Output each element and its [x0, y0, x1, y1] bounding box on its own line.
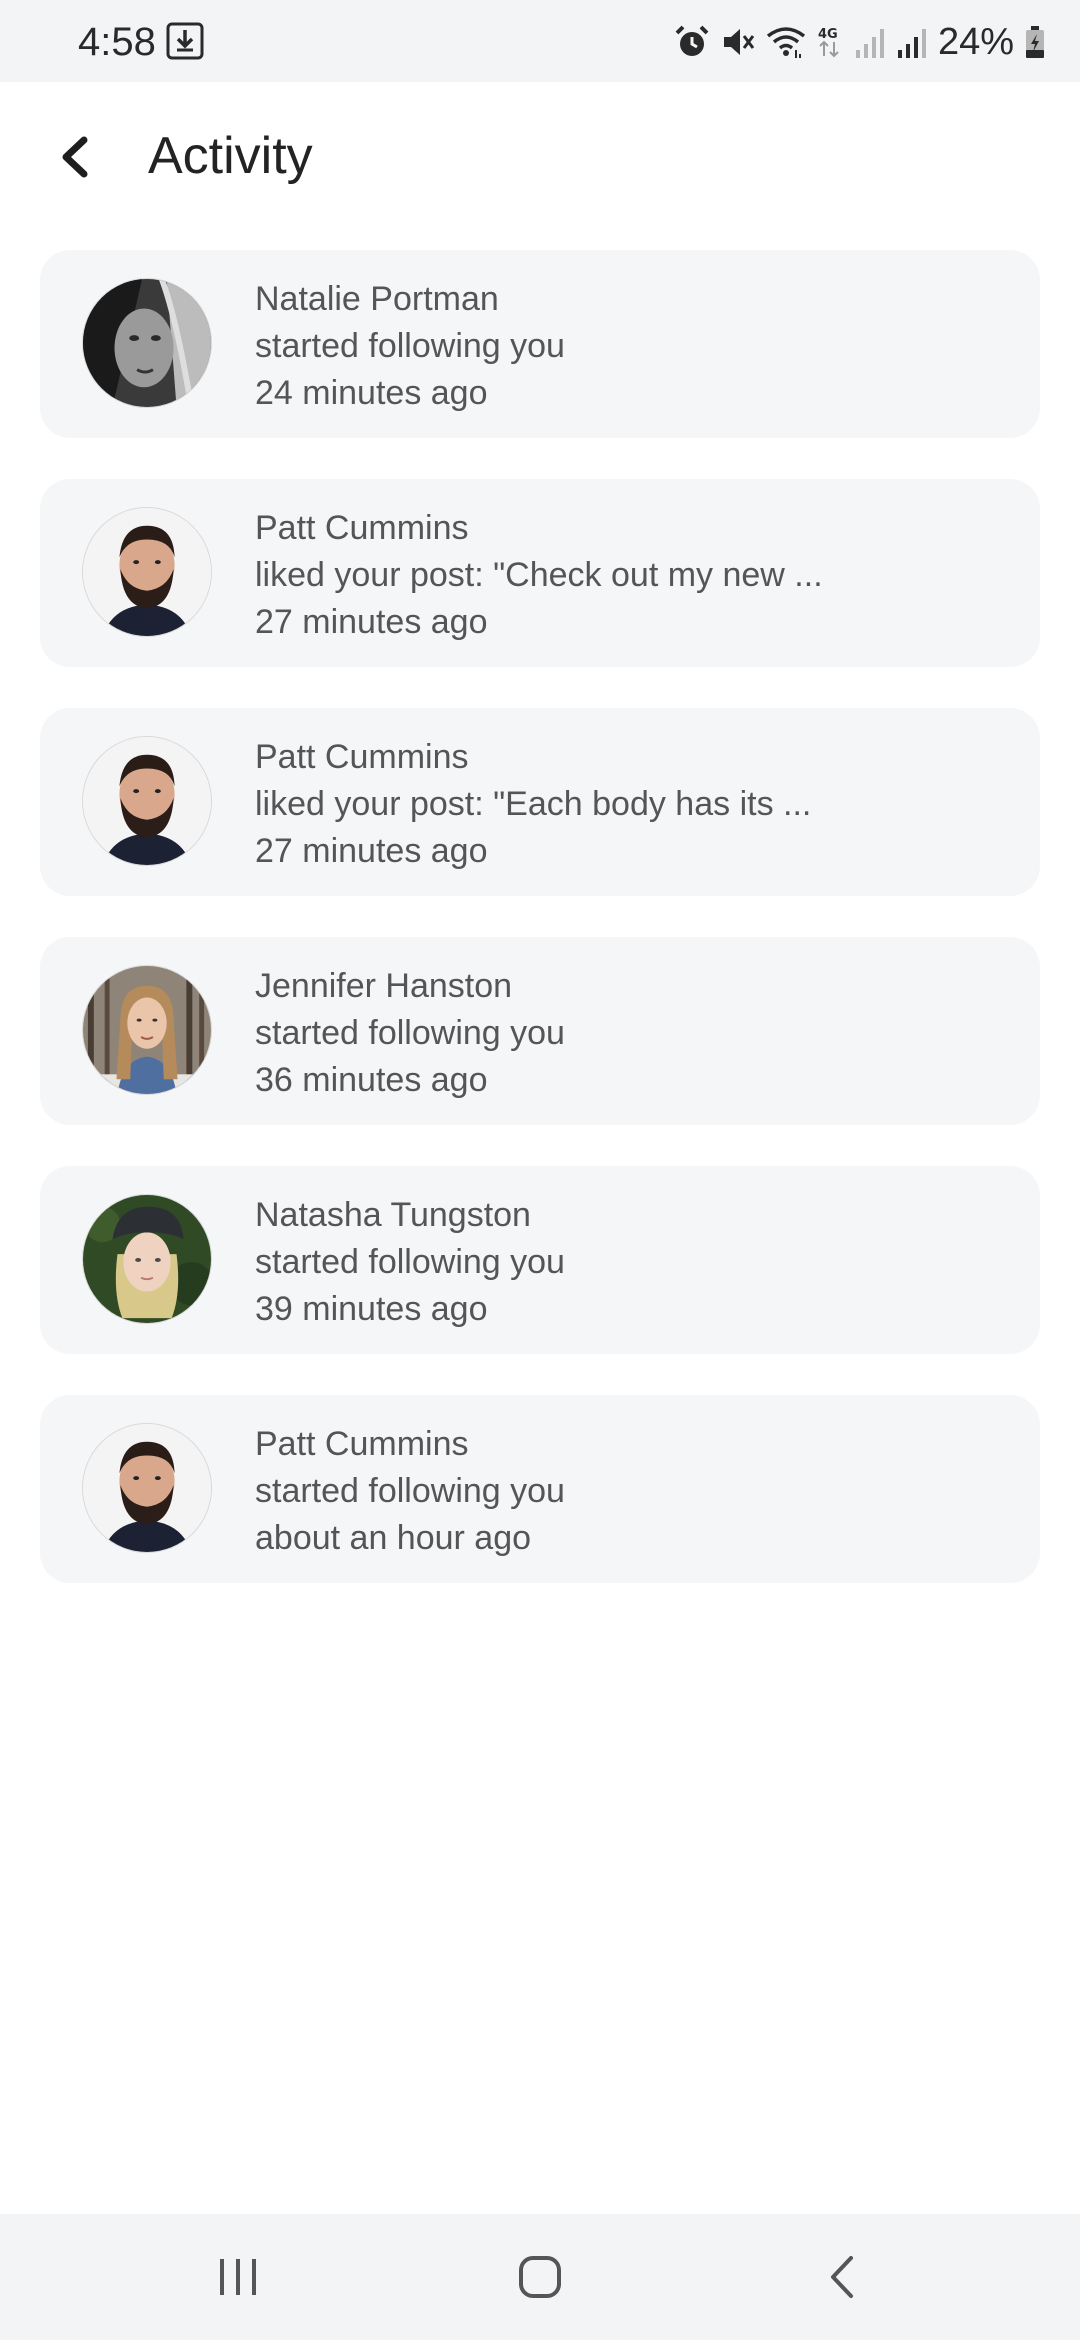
activity-text: Patt Cummins started following you about…: [255, 1421, 1015, 1562]
recents-button[interactable]: [203, 2242, 273, 2312]
activity-item[interactable]: Patt Cummins liked your post: "Each body…: [40, 708, 1040, 896]
bearded-man-portrait: [83, 737, 211, 865]
download-icon: [166, 22, 204, 60]
activity-text: Patt Cummins liked your post: "Each body…: [255, 734, 1015, 875]
app-header: Activity: [0, 82, 1080, 232]
activity-time: 27 minutes ago: [255, 603, 488, 641]
activity-user-name: Patt Cummins: [255, 738, 469, 776]
activity-action: liked your post: "Each body has its ...: [255, 785, 812, 823]
activity-user-name: Natasha Tungston: [255, 1196, 531, 1234]
back-button[interactable]: [50, 132, 100, 182]
activity-user-name: Patt Cummins: [255, 509, 469, 547]
activity-item[interactable]: Jennifer Hanston started following you 3…: [40, 937, 1040, 1125]
bearded-man-portrait: [83, 508, 211, 636]
bearded-man-portrait: [83, 1424, 211, 1552]
activity-text: Patt Cummins liked your post: "Check out…: [255, 505, 1015, 646]
battery-percent: 24%: [937, 21, 1014, 63]
avatar[interactable]: [82, 965, 212, 1095]
home-button[interactable]: [505, 2242, 575, 2312]
activity-action: started following you: [255, 327, 565, 365]
activity-action: started following you: [255, 1014, 565, 1052]
avatar[interactable]: [82, 1194, 212, 1324]
activity-time: 24 minutes ago: [255, 374, 488, 412]
screen: 4:58 4G 24% Activity Natalie Portman sta…: [0, 0, 1080, 2340]
avatar[interactable]: [82, 1423, 212, 1553]
system-back-button[interactable]: [807, 2242, 877, 2312]
wifi-icon: [766, 27, 806, 58]
alarm-icon: [675, 25, 709, 56]
battery-icon: [1026, 26, 1044, 58]
cap-woman-portrait: [83, 1195, 211, 1323]
navigation-bar: [0, 2214, 1080, 2340]
activity-time: 36 minutes ago: [255, 1061, 488, 1099]
activity-list: Natalie Portman started following you 24…: [40, 250, 1040, 1624]
activity-action: started following you: [255, 1472, 565, 1510]
activity-action: liked your post: "Check out my new ...: [255, 556, 823, 594]
activity-user-name: Patt Cummins: [255, 1425, 469, 1463]
activity-time: 27 minutes ago: [255, 832, 488, 870]
recents-icon: [220, 2259, 256, 2295]
grayscale-portrait: [83, 279, 211, 407]
status-icons: 4G 24%: [674, 18, 1046, 66]
avatar[interactable]: [82, 507, 212, 637]
avatar[interactable]: [82, 278, 212, 408]
page-title: Activity: [148, 127, 313, 185]
activity-item[interactable]: Patt Cummins liked your post: "Check out…: [40, 479, 1040, 667]
signal-icon: [855, 29, 884, 58]
back-icon: [831, 2256, 853, 2298]
home-icon: [519, 2256, 561, 2298]
activity-item[interactable]: Patt Cummins started following you about…: [40, 1395, 1040, 1583]
activity-user-name: Natalie Portman: [255, 280, 499, 318]
mute-icon: [723, 29, 755, 55]
4g-icon: 4G: [818, 27, 839, 58]
status-bar: 4:58 4G 24%: [0, 0, 1080, 82]
chevron-left-icon: [62, 136, 88, 178]
activity-text: Natasha Tungston started following you 3…: [255, 1192, 1015, 1333]
svg-text:4G: 4G: [818, 27, 838, 42]
activity-text: Jennifer Hanston started following you 3…: [255, 963, 1015, 1104]
activity-time: about an hour ago: [255, 1519, 532, 1557]
activity-item[interactable]: Natasha Tungston started following you 3…: [40, 1166, 1040, 1354]
long-hair-woman-portrait: [83, 966, 211, 1094]
activity-action: started following you: [255, 1243, 565, 1281]
activity-item[interactable]: Natalie Portman started following you 24…: [40, 250, 1040, 438]
activity-user-name: Jennifer Hanston: [255, 967, 513, 1005]
status-time: 4:58: [78, 20, 156, 64]
avatar[interactable]: [82, 736, 212, 866]
activity-time: 39 minutes ago: [255, 1290, 488, 1328]
activity-text: Natalie Portman started following you 24…: [255, 276, 1015, 417]
signal-icon: [897, 29, 926, 58]
